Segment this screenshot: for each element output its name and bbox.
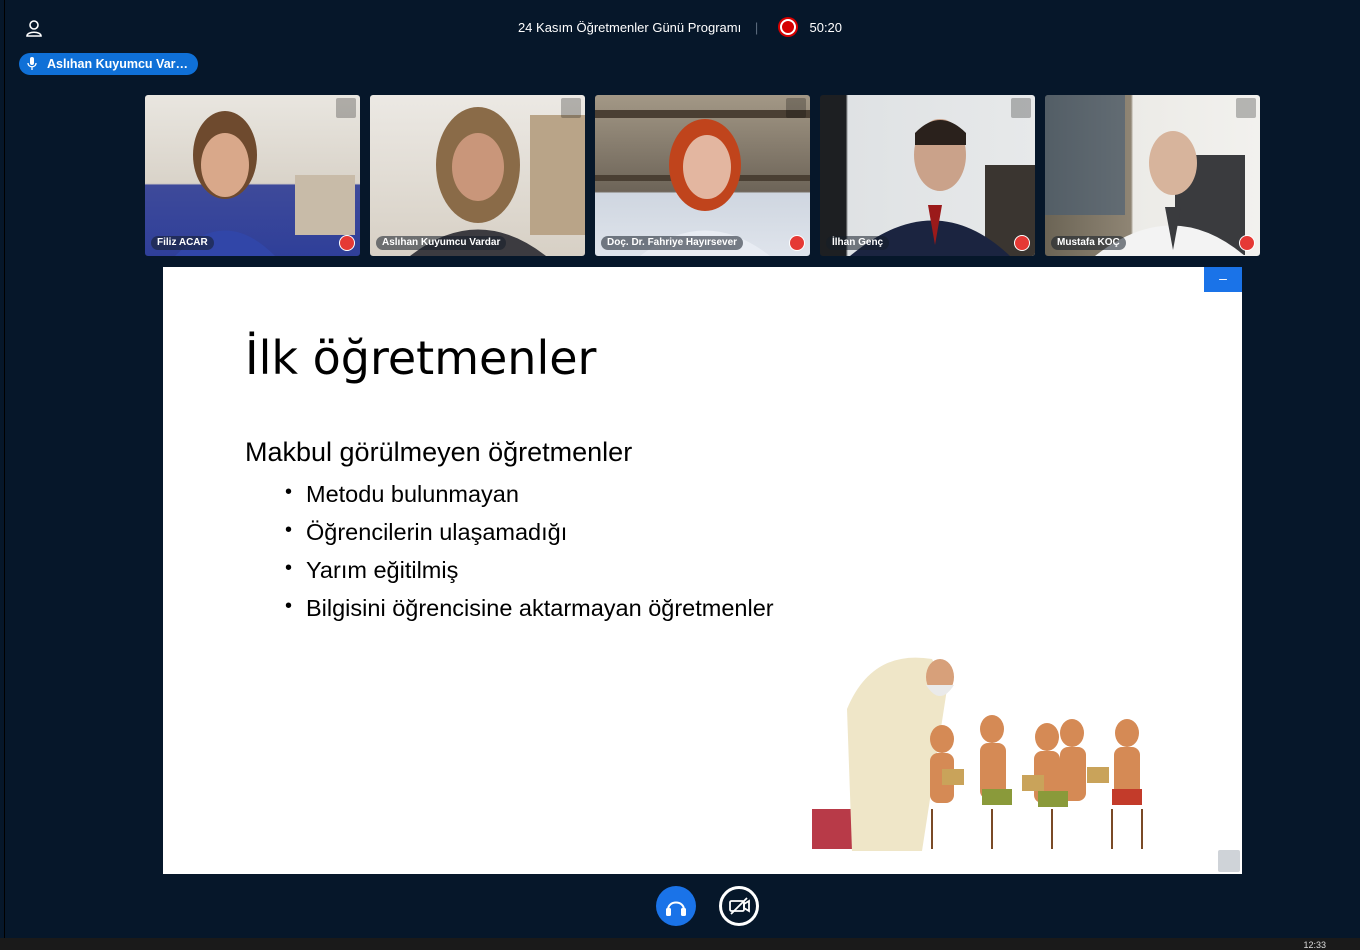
audio-button[interactable] [656, 886, 696, 926]
bullet-item: • Yarım eğitilmiş [285, 557, 459, 583]
participant-name[interactable]: Aslıhan Kuyumcu Vardar [376, 236, 507, 250]
webcam-tile[interactable]: Doç. Dr. Fahriye Hayırsever [595, 95, 810, 256]
participant-name[interactable]: Doç. Dr. Fahriye Hayırsever [601, 236, 744, 250]
slide-bullets: • Metodu bulunmayan • Öğrencilerin ulaşama… [285, 475, 774, 627]
webcam-tile[interactable]: Mustafa KOÇ [1045, 95, 1260, 256]
participant-name[interactable]: Mustafa KOÇ [1051, 236, 1126, 250]
teacher-students-illustration [812, 657, 1143, 851]
minimize-presentation-button[interactable]: – [1204, 267, 1242, 292]
participant-video [850, 119, 1035, 256]
expand-icon[interactable] [561, 98, 581, 118]
fullscreen-icon[interactable] [1218, 850, 1240, 872]
headphones-icon [666, 901, 686, 916]
camera-off-icon [729, 897, 750, 915]
bullet-text: Bilgisini öğrencisine aktarmayan öğretme… [306, 595, 774, 621]
webcam-button[interactable] [719, 886, 759, 926]
bullet-item: • Öğrencilerin ulaşamadığı [285, 519, 568, 545]
microphone-icon [27, 57, 37, 70]
presentation-area: – İlk öğretmenler Makbul görülmeyen öğre… [163, 267, 1242, 874]
muted-mic-icon [1239, 235, 1255, 251]
slide-title: İlk öğretmenler [245, 331, 597, 385]
expand-icon[interactable] [1236, 98, 1256, 118]
header-divider: | [754, 20, 759, 35]
webcam-tile[interactable]: Aslıhan Kuyumcu Vardar [370, 95, 585, 256]
bullet-text: Yarım eğitilmiş [306, 557, 459, 583]
muted-mic-icon [1014, 235, 1030, 251]
muted-mic-icon [339, 235, 355, 251]
talking-name: Aslıhan Kuyumcu Var… [47, 57, 189, 71]
taskbar-clock: 12:33 [1303, 940, 1326, 950]
os-taskbar: 12:33 [0, 938, 1360, 950]
talking-indicator[interactable]: Aslıhan Kuyumcu Var… [19, 53, 198, 75]
meeting-title: 24 Kasım Öğretmenler Günü Programı [517, 20, 742, 35]
bullet-item: • Bilgisini öğrencisine aktarmayan öğretm… [285, 595, 774, 621]
bullet-item: • Metodu bulunmayan [285, 481, 519, 507]
participant-name[interactable]: İlhan Genç [826, 236, 890, 250]
recording-icon[interactable] [779, 19, 796, 35]
participant-name[interactable]: Filiz ACAR [151, 236, 214, 250]
expand-icon[interactable] [1011, 98, 1031, 118]
expand-icon[interactable] [336, 98, 356, 118]
recording-timer: 50:20 [809, 20, 843, 35]
bullet-text: Öğrencilerin ulaşamadığı [306, 519, 568, 545]
webcam-tile[interactable]: Filiz ACAR [145, 95, 360, 256]
participant-video [175, 111, 355, 256]
participant-video [595, 110, 810, 256]
bullet-text: Metodu bulunmayan [306, 481, 519, 507]
participant-video [1045, 95, 1245, 256]
webcam-tile[interactable]: İlhan Genç [820, 95, 1035, 256]
meeting-header: 24 Kasım Öğretmenler Günü Programı | 50:… [0, 19, 1360, 35]
participant-video [410, 107, 585, 256]
muted-mic-icon [789, 235, 805, 251]
slide-subtitle: Makbul görülmeyen öğretmenler [245, 437, 633, 467]
expand-icon[interactable] [786, 98, 806, 118]
